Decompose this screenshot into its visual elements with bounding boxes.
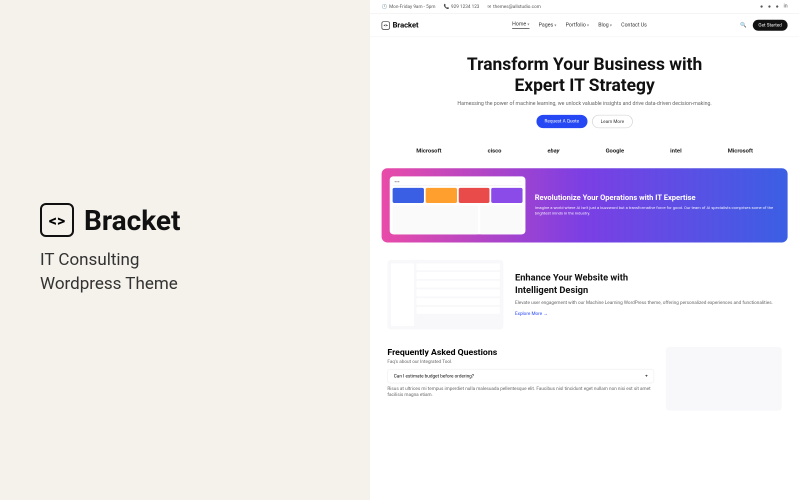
faq-item[interactable]: Can I estimate budget before ordering? + [387,369,654,384]
banner-body: Imagine a world where AI isn't just a bu… [535,205,780,216]
theme-preview: 🕐 Mon-Friday 9am - 5pm 📞 929 1234 123 ✉ … [370,0,800,500]
faq-title: Frequently Asked Questions [387,347,654,357]
chevron-down-icon: ▾ [527,22,529,27]
client-logo: Microsoft [728,148,753,154]
faq-subtitle: Faq's about our Integrated Tool. [387,359,654,364]
facebook-icon[interactable]: ● [760,3,763,9]
navbar: <> Bracket Home▾ Pages▾ Portfolio▾ Blog▾… [370,14,799,37]
topbar-hours: 🕐 Mon-Friday 9am - 5pm [382,4,436,9]
feature-banner: ●●●··· Revolutionize Your Operations wit… [382,168,788,242]
banner-title: Revolutionize Your Operations with IT Ex… [535,194,780,203]
twitter-icon[interactable]: ● [776,3,779,9]
nav-portfolio[interactable]: Portfolio▾ [566,22,589,28]
faq-answer: Risus at ultrices mi tempus imperdiet nu… [387,385,654,398]
client-logo: Google [606,148,624,154]
client-logo: intel [670,148,681,154]
faq-mockup [666,347,782,411]
brand-name: Bracket [84,204,181,237]
tagline: IT Consulting Wordpress Theme [40,249,178,297]
nav-pages[interactable]: Pages▾ [539,22,557,28]
faq-section: Frequently Asked Questions Faq's about o… [370,341,799,416]
feature-body: Elevate user engagement with our Machine… [515,299,782,306]
dashboard-mockup: ●●●··· [390,176,526,234]
client-logo: ebay [548,148,560,154]
topbar-phone[interactable]: 📞 929 1234 123 [444,4,480,9]
request-quote-button[interactable]: Request A Quote [536,115,587,128]
learn-more-button[interactable]: Learn More [592,115,633,128]
plus-icon: + [645,374,648,379]
topbar: 🕐 Mon-Friday 9am - 5pm 📞 929 1234 123 ✉ … [370,0,799,14]
nav-brand[interactable]: <> Bracket [382,21,419,30]
feature-section: Enhance Your Website withIntelligent Des… [370,248,799,341]
nav-home[interactable]: Home▾ [512,21,529,29]
client-logo: cisco [488,148,502,154]
topbar-email[interactable]: ✉ themes@allstudio.com [488,4,541,9]
get-started-button[interactable]: Get Started [753,20,788,31]
linkedin-icon[interactable]: in [783,3,787,9]
nav-blog[interactable]: Blog▾ [598,22,612,28]
promo-panel: <> Bracket IT Consulting Wordpress Theme [0,0,370,500]
client-logos: Microsoft cisco ebay Google intel Micros… [370,140,799,163]
brand-logo-icon: <> [40,203,74,237]
hero-title: Transform Your Business withExpert IT St… [393,55,776,97]
hero-subtitle: Harnessing the power of machine learning… [393,101,776,107]
feature-title: Enhance Your Website withIntelligent Des… [515,272,782,296]
search-icon[interactable]: 🔍 [740,22,747,28]
nav-logo-icon: <> [382,21,390,29]
github-icon[interactable]: ● [768,3,771,9]
chevron-down-icon: ▾ [587,23,589,28]
chevron-down-icon: ▾ [554,23,556,28]
chevron-down-icon: ▾ [610,23,612,28]
nav-contact[interactable]: Contact Us [621,22,647,28]
feature-mockup [387,260,503,330]
client-logo: Microsoft [416,148,441,154]
hero: Transform Your Business withExpert IT St… [370,37,799,140]
explore-more-link[interactable]: Explore More → [515,311,548,316]
brand-row: <> Bracket [40,203,181,237]
